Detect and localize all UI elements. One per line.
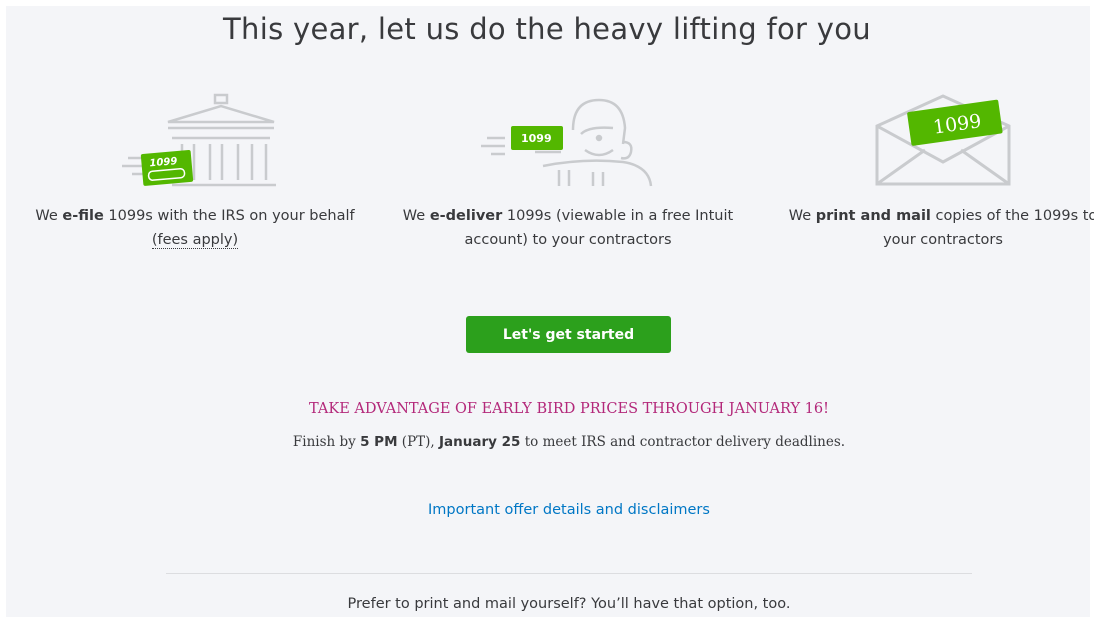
badge-1099-edeliver: 1099 bbox=[521, 132, 552, 145]
efile-bold: e-file bbox=[62, 208, 104, 224]
person-receiving-form-icon: 1099 bbox=[481, 98, 653, 187]
print-yourself-note: Prefer to print and mail yourself? You’l… bbox=[347, 596, 791, 612]
page-title: This year, let us do the heavy lifting f… bbox=[223, 12, 871, 46]
deadline-time: 5 PM bbox=[360, 434, 398, 450]
feature-efile: 1099 We e-file 1099s with the IRS on you… bbox=[25, 92, 365, 252]
feature-print-mail: 1099 We print and mail copies of the 109… bbox=[773, 92, 1094, 252]
early-bird-promo: TAKE ADVANTAGE OF EARLY BIRD PRICES THRO… bbox=[309, 401, 829, 417]
lets-get-started-button[interactable]: Let's get started bbox=[466, 316, 671, 353]
deadline-date: January 25 bbox=[439, 434, 521, 450]
print-mail-bold: print and mail bbox=[815, 208, 931, 224]
fees-apply-link[interactable]: (fees apply) bbox=[151, 232, 239, 249]
government-building-icon: 1099 bbox=[122, 93, 276, 187]
deadline-notice: Finish by 5 PM (PT), January 25 to meet … bbox=[292, 434, 846, 450]
feature-print-mail-text: We print and mail copies of the 1099s to… bbox=[788, 208, 1094, 248]
offer-details-link[interactable]: Important offer details and disclaimers bbox=[0, 502, 1094, 518]
envelope-icon: 1099 bbox=[875, 94, 1011, 186]
feature-edeliver-text: We e-deliver 1099s (viewable in a free I… bbox=[402, 208, 734, 248]
divider bbox=[166, 573, 972, 574]
edeliver-bold: e-deliver bbox=[429, 208, 503, 224]
feature-efile-text: We e-file 1099s with the IRS on your beh… bbox=[35, 208, 355, 249]
feature-edeliver: 1099 We e-deliver 1099s (viewable in a f… bbox=[398, 92, 738, 252]
